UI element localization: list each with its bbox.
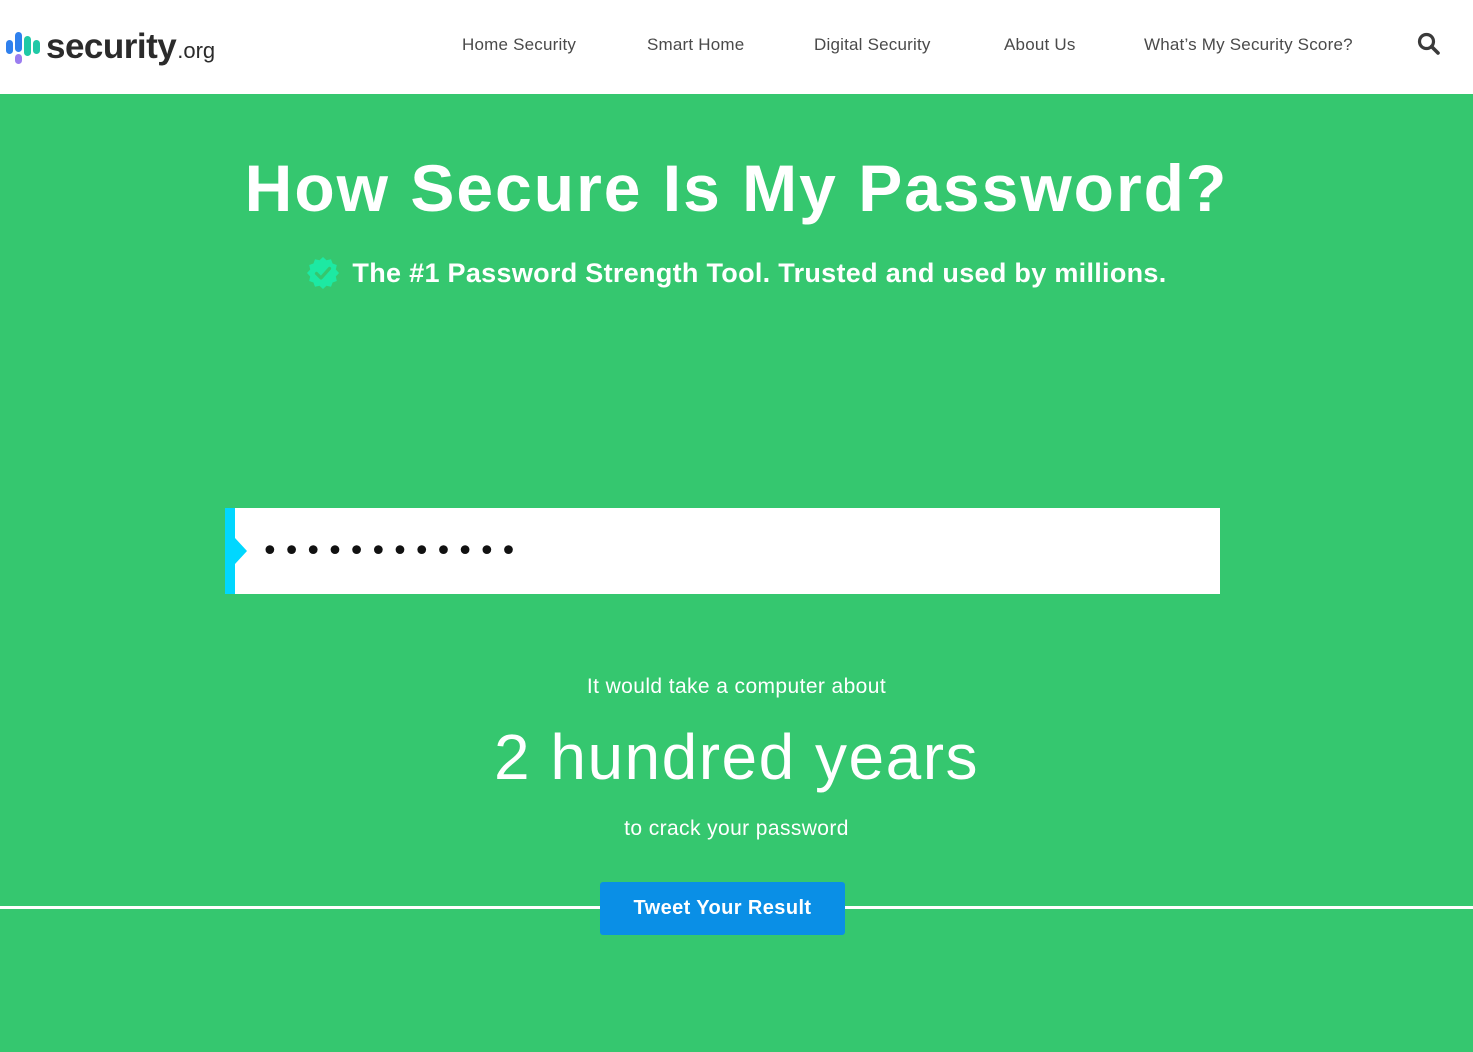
main-nav: Home Security Smart Home Digital Securit… bbox=[0, 35, 1473, 59]
nav-digital-security[interactable]: Digital Security bbox=[814, 35, 931, 55]
nav-home-security[interactable]: Home Security bbox=[462, 35, 576, 55]
password-input[interactable] bbox=[261, 528, 1161, 574]
password-field-container bbox=[225, 508, 1220, 594]
tweet-result-button[interactable]: Tweet Your Result bbox=[600, 882, 845, 935]
result-intro: It would take a computer about bbox=[586, 675, 887, 698]
nav-security-score[interactable]: What’s My Security Score? bbox=[1144, 35, 1353, 55]
hero-subtitle: The #1 Password Strength Tool. Trusted a… bbox=[0, 256, 1473, 290]
crack-time: 2 hundred years bbox=[493, 721, 980, 793]
subtitle-text: The #1 Password Strength Tool. Trusted a… bbox=[352, 257, 1167, 288]
page-title: How Secure Is My Password? bbox=[244, 151, 1229, 225]
result-outro: to crack your password bbox=[624, 817, 849, 840]
site-header: security .org Home Security Smart Home D… bbox=[0, 0, 1473, 94]
verified-check-icon bbox=[306, 256, 340, 290]
search-icon[interactable] bbox=[1416, 31, 1442, 57]
nav-smart-home[interactable]: Smart Home bbox=[647, 35, 744, 55]
nav-about-us[interactable]: About Us bbox=[1004, 35, 1076, 55]
input-arrow-icon bbox=[235, 538, 247, 564]
input-accent-bar bbox=[225, 508, 235, 594]
